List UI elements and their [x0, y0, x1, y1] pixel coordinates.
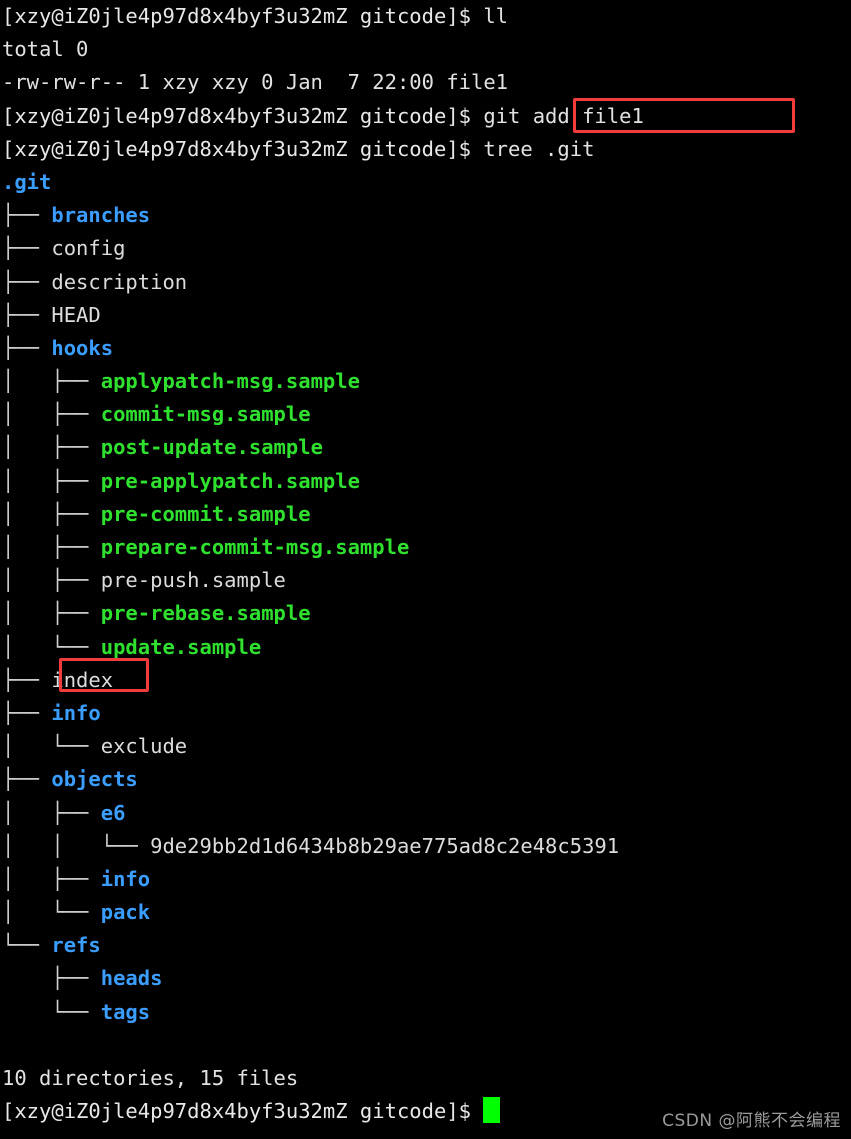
- tree-root-dotgit: .git: [2, 169, 52, 194]
- tree-line: ├── objects: [0, 763, 851, 796]
- terminal-window: [xzy@iZ0jle4p97d8x4byf3u32mZ gitcode]$ l…: [0, 0, 851, 1139]
- terminal-line-tree-summary: 10 directories, 15 files: [0, 1062, 851, 1095]
- tree-branch-glyph: │ └──: [2, 900, 101, 925]
- shell-prompt: [xzy@iZ0jle4p97d8x4byf3u32mZ gitcode]$: [2, 136, 484, 161]
- tree-line: │ ├── applypatch-msg.sample: [0, 365, 851, 398]
- tree-node-objects: objects: [51, 767, 138, 792]
- tree-line: │ ├── pre-rebase.sample: [0, 597, 851, 630]
- tree-branch-glyph: │ ├──: [2, 568, 101, 593]
- tree-line: │ ├── info: [0, 863, 851, 896]
- tree-branch-glyph: │ ├──: [2, 369, 101, 394]
- csdn-watermark: CSDN @阿熊不会编程: [662, 1111, 841, 1131]
- tree-node-pre-applypatch.sample: pre-applypatch.sample: [100, 468, 360, 493]
- tree-node-info: info: [51, 700, 101, 725]
- tree-summary-text: 10 directories, 15 files: [2, 1066, 299, 1090]
- ls-total-text: total 0: [2, 37, 89, 62]
- tree-node-prepare-commit-msg.sample: prepare-commit-msg.sample: [100, 535, 410, 559]
- tree-line: └── refs: [0, 929, 851, 962]
- tree-branch-glyph: │ ├──: [2, 402, 101, 427]
- tree-node-pre-push.sample: pre-push.sample: [100, 568, 286, 593]
- terminal-line-command-ll: [xzy@iZ0jle4p97d8x4byf3u32mZ gitcode]$ l…: [0, 0, 851, 33]
- ls-entry-file1: -rw-rw-r-- 1 xzy xzy 0 Jan 7 22:00 file1: [2, 70, 509, 95]
- tree-line: ├── branches: [0, 199, 851, 232]
- tree-branch-glyph: │ ├──: [2, 468, 101, 493]
- tree-line: ├── description: [0, 266, 851, 299]
- tree-branch-glyph: │ ├──: [2, 435, 101, 460]
- tree-line: ├── heads: [0, 962, 851, 995]
- shell-prompt: [xzy@iZ0jle4p97d8x4byf3u32mZ gitcode]$: [2, 1099, 484, 1124]
- tree-branch-glyph: │ ├──: [2, 601, 101, 626]
- tree-branch-glyph: │ └──: [2, 634, 101, 659]
- terminal-line-tree-root: .git: [0, 166, 851, 199]
- tree-line: │ └── exclude: [0, 730, 851, 763]
- tree-node-config: config: [51, 236, 126, 261]
- terminal-line-command-gitadd: [xzy@iZ0jle4p97d8x4byf3u32mZ gitcode]$ g…: [0, 100, 851, 133]
- tree-line: ├── index: [0, 664, 851, 697]
- tree-node-exclude: exclude: [100, 734, 188, 759]
- tree-line: │ └── pack: [0, 896, 851, 929]
- tree-node-HEAD: HEAD: [51, 302, 101, 327]
- tree-node-refs: refs: [51, 933, 101, 958]
- shell-prompt: [xzy@iZ0jle4p97d8x4byf3u32mZ gitcode]$: [2, 103, 484, 128]
- tree-node-branches: branches: [51, 203, 151, 228]
- tree-node-post-update.sample: post-update.sample: [100, 435, 323, 460]
- tree-branch-glyph: ├──: [2, 269, 52, 294]
- tree-branch-glyph: ├──: [2, 302, 52, 327]
- tree-branch-glyph: ├──: [2, 203, 52, 228]
- terminal-line-command-tree: [xzy@iZ0jle4p97d8x4byf3u32mZ gitcode]$ t…: [0, 133, 851, 166]
- terminal-line-ls-total: total 0: [0, 33, 851, 66]
- tree-branch-glyph: ├──: [2, 335, 52, 360]
- tree-node-pre-rebase.sample: pre-rebase.sample: [100, 601, 311, 626]
- tree-line: │ │ └── 9de29bb2d1d6434b8b29ae775ad8c2e4…: [0, 830, 851, 863]
- tree-node-info: info: [100, 866, 151, 891]
- text-cursor[interactable]: [483, 1097, 501, 1124]
- tree-branch-glyph: │ ├──: [2, 535, 101, 559]
- tree-node-tags: tags: [100, 999, 151, 1024]
- tree-branch-glyph: ├──: [2, 236, 52, 261]
- tree-line: │ ├── pre-applypatch.sample: [0, 465, 851, 498]
- command-ll: ll: [483, 4, 509, 28]
- tree-line: ├── info: [0, 697, 851, 730]
- tree-node-update.sample: update.sample: [100, 634, 262, 659]
- tree-node-9de29bb2d1d6434b8b29ae775ad8c2e48c5391: 9de29bb2d1d6434b8b29ae775ad8c2e48c5391: [150, 833, 620, 858]
- tree-line: │ └── update.sample: [0, 631, 851, 664]
- tree-output: ├── branches ├── config ├── description ├──…: [0, 199, 851, 1029]
- tree-branch-glyph: ├──: [2, 767, 52, 792]
- tree-branch-glyph: │ ├──: [2, 501, 101, 526]
- tree-branch-glyph: ├──: [2, 667, 52, 692]
- tree-line: ├── config: [0, 232, 851, 265]
- tree-branch-glyph: │ ├──: [2, 866, 101, 891]
- tree-line: │ ├── commit-msg.sample: [0, 398, 851, 431]
- tree-line: │ ├── e6: [0, 797, 851, 830]
- tree-line: │ ├── prepare-commit-msg.sample: [0, 531, 851, 564]
- command-tree: tree .git: [483, 136, 595, 161]
- tree-branch-glyph: └──: [2, 999, 101, 1024]
- tree-node-index: index: [51, 667, 114, 692]
- tree-node-pack: pack: [100, 900, 151, 925]
- shell-prompt: [xzy@iZ0jle4p97d8x4byf3u32mZ gitcode]$: [2, 4, 484, 28]
- tree-node-heads: heads: [100, 966, 163, 991]
- tree-node-applypatch-msg.sample: applypatch-msg.sample: [100, 369, 360, 394]
- tree-node-hooks: hooks: [51, 335, 114, 360]
- tree-branch-glyph: ├──: [2, 700, 52, 725]
- tree-branch-glyph: ├──: [2, 966, 101, 991]
- tree-line: ├── hooks: [0, 332, 851, 365]
- tree-branch-glyph: │ │ └──: [2, 833, 151, 858]
- tree-branch-glyph: │ └──: [2, 734, 101, 759]
- tree-node-description: description: [51, 269, 188, 294]
- tree-node-e6: e6: [100, 800, 126, 825]
- tree-line: └── tags: [0, 996, 851, 1029]
- command-git-add: git add file1: [483, 103, 644, 128]
- tree-line: │ ├── post-update.sample: [0, 431, 851, 464]
- tree-branch-glyph: └──: [2, 933, 52, 958]
- tree-line: │ ├── pre-push.sample: [0, 564, 851, 597]
- terminal-line-ls-entry: -rw-rw-r-- 1 xzy xzy 0 Jan 7 22:00 file1: [0, 66, 851, 99]
- tree-line: ├── HEAD: [0, 299, 851, 332]
- tree-branch-glyph: │ ├──: [2, 800, 101, 825]
- tree-node-commit-msg.sample: commit-msg.sample: [100, 402, 311, 427]
- tree-line: │ ├── pre-commit.sample: [0, 498, 851, 531]
- tree-node-pre-commit.sample: pre-commit.sample: [100, 501, 311, 526]
